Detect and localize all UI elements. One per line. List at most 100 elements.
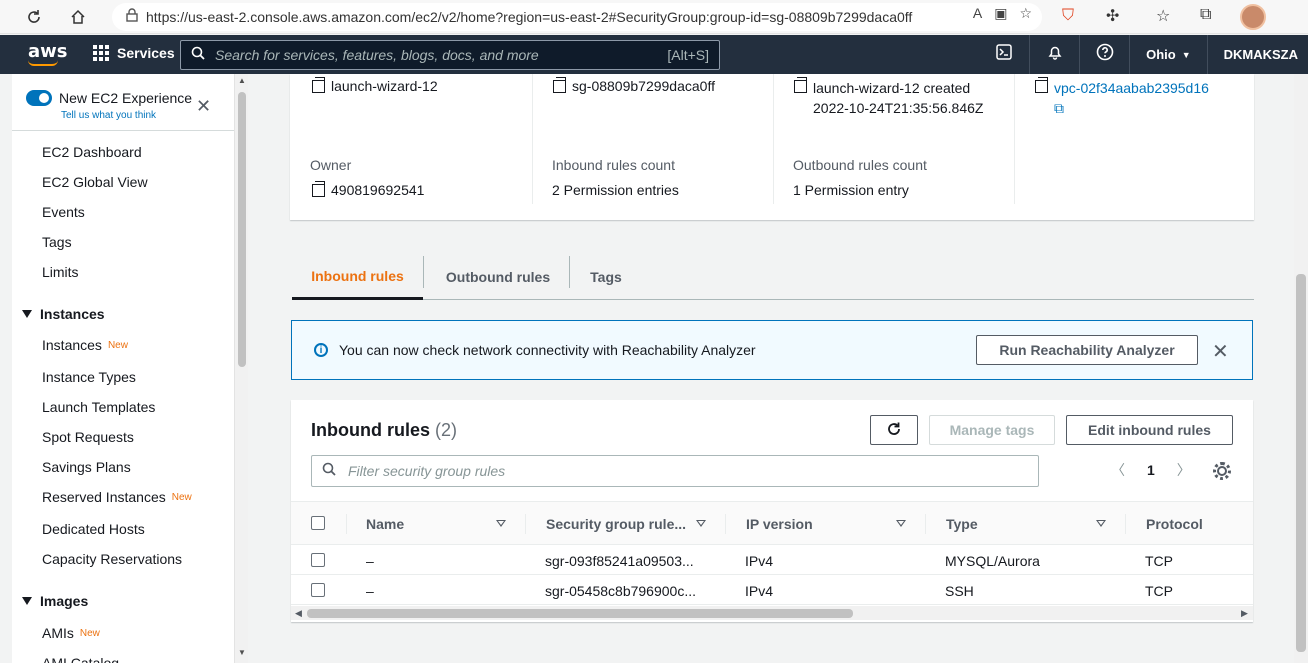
inbound-count-value: 2 Permission entries (552, 182, 679, 198)
column-header-rule-id[interactable]: Security group rule... (546, 516, 686, 532)
sidebar-item-spot-requests[interactable]: Spot Requests (42, 429, 134, 445)
row-checkbox[interactable] (311, 583, 325, 597)
grid-icon (93, 45, 109, 61)
run-reachability-analyzer-button[interactable]: Run Reachability Analyzer (976, 335, 1198, 365)
value-text: 490819692541 (331, 182, 425, 198)
close-icon[interactable]: ✕ (196, 96, 211, 117)
sidebar-item-instances[interactable]: Instances New (42, 337, 128, 353)
new-badge: New (79, 627, 100, 639)
scroll-right-arrow[interactable]: ▶ (1241, 608, 1248, 619)
reload-icon[interactable] (22, 5, 46, 29)
aws-logo-smile (28, 60, 58, 66)
tab-inbound-rules[interactable]: Inbound rules (292, 254, 423, 300)
sidebar-item-launch-templates[interactable]: Launch Templates (42, 399, 155, 415)
sort-icon[interactable] (896, 520, 906, 527)
notifications-button[interactable] (1029, 35, 1079, 74)
region-selector[interactable]: Ohio ▼ (1129, 35, 1207, 74)
table-row[interactable]: – sgr-05458c8b796900c... IPv4 SSH TCP (291, 575, 1253, 605)
sidebar-section-instances[interactable]: Instances (22, 306, 105, 322)
sidebar-item-ec2-global-view[interactable]: EC2 Global View (42, 174, 148, 190)
gear-icon[interactable] (1213, 462, 1231, 480)
chevron-down-icon: ▼ (1181, 49, 1191, 60)
favorite-add-icon[interactable]: ☆ (1019, 5, 1032, 22)
external-link-icon[interactable]: ⧉ (1054, 100, 1064, 116)
extensions-icon[interactable]: ✣ (1106, 6, 1119, 26)
close-icon[interactable]: ✕ (1212, 339, 1229, 364)
aws-logo[interactable]: aws (28, 41, 68, 62)
reader-view-icon[interactable]: ▣ (994, 5, 1007, 22)
toggle-switch[interactable] (26, 90, 52, 106)
sidebar-item-ami-catalog[interactable]: AMI Catalog (42, 655, 119, 663)
sort-icon[interactable] (696, 520, 706, 527)
scroll-up-arrow[interactable]: ▲ (238, 76, 246, 85)
chevron-right-icon[interactable]: 〉 (1177, 460, 1191, 480)
services-label: Services (117, 45, 175, 61)
sidebar-item-tags[interactable]: Tags (42, 234, 72, 250)
sidebar-scroll-thumb[interactable] (238, 92, 246, 367)
copy-icon[interactable] (312, 77, 325, 93)
sidebar-scrollbar[interactable]: ▲ ▼ (234, 74, 248, 663)
copy-icon[interactable] (312, 181, 325, 197)
table-row[interactable]: – sgr-093f85241a09503... IPv4 MYSQL/Auro… (291, 545, 1253, 575)
table-horizontal-scrollbar[interactable]: ◀ ▶ (291, 606, 1253, 620)
sidebar-item-reserved-instances[interactable]: Reserved Instances New (42, 489, 192, 505)
cloudshell-button[interactable] (979, 35, 1029, 74)
sidebar-item-events[interactable]: Events (42, 204, 85, 220)
chevron-left-icon[interactable]: 〈 (1111, 460, 1125, 480)
brave-shield-icon[interactable]: ⛉ (1062, 7, 1074, 25)
new-badge: New (171, 491, 192, 503)
manage-tags-button[interactable]: Manage tags (929, 415, 1055, 445)
sidebar-item-limits[interactable]: Limits (42, 264, 79, 280)
item-label: Savings Plans (42, 459, 131, 475)
column-header-protocol[interactable]: Protocol (1146, 516, 1203, 532)
edit-inbound-rules-button[interactable]: Edit inbound rules (1066, 415, 1233, 445)
profile-avatar[interactable] (1240, 4, 1266, 30)
sidebar-item-capacity-reservations[interactable]: Capacity Reservations (42, 551, 182, 567)
sidebar-item-instance-types[interactable]: Instance Types (42, 369, 136, 385)
sort-icon[interactable] (1096, 520, 1106, 527)
select-all-checkbox[interactable] (311, 516, 325, 530)
item-label: Dedicated Hosts (42, 521, 145, 537)
sidebar-item-savings-plans[interactable]: Savings Plans (42, 459, 131, 475)
tab-divider (423, 256, 424, 288)
value-text: sg-08809b7299daca0ff (572, 78, 715, 94)
services-menu-button[interactable]: Services (93, 45, 175, 61)
scroll-down-arrow[interactable]: ▼ (238, 648, 246, 657)
sidebar-item-ec2-dashboard[interactable]: EC2 Dashboard (42, 144, 142, 160)
column-header-name[interactable]: Name (366, 516, 404, 532)
read-aloud-icon[interactable]: A (973, 5, 982, 22)
sort-icon[interactable] (496, 520, 506, 527)
tab-outbound-rules[interactable]: Outbound rules (432, 254, 564, 300)
home-icon[interactable] (66, 5, 90, 29)
collections-icon[interactable]: ⧉ (1200, 6, 1211, 24)
rules-count: (2) (435, 420, 458, 440)
scroll-left-arrow[interactable]: ◀ (295, 608, 302, 619)
page-scroll-thumb[interactable] (1296, 274, 1306, 652)
horizontal-scroll-thumb[interactable] (307, 609, 853, 618)
sidebar-item-dedicated-hosts[interactable]: Dedicated Hosts (42, 521, 145, 537)
account-menu[interactable]: DKMAKSZA (1206, 35, 1308, 74)
sidebar-item-amis[interactable]: AMIs New (42, 625, 100, 641)
address-bar[interactable]: https://us-east-2.console.aws.amazon.com… (112, 3, 1042, 31)
help-button[interactable] (1079, 35, 1129, 74)
global-search-input[interactable]: Search for services, features, blogs, do… (180, 40, 720, 70)
filter-rules-input[interactable]: Filter security group rules (311, 455, 1039, 487)
copy-icon[interactable] (553, 77, 566, 93)
refresh-button[interactable] (870, 415, 918, 445)
sidebar-section-images[interactable]: Images (22, 593, 88, 609)
page-scrollbar[interactable] (1294, 74, 1308, 663)
search-icon (322, 462, 336, 481)
row-checkbox[interactable] (311, 553, 325, 567)
copy-icon[interactable] (1035, 77, 1048, 93)
tab-tags[interactable]: Tags (580, 254, 632, 300)
copy-icon[interactable] (794, 77, 807, 93)
feedback-link[interactable]: Tell us what you think (61, 110, 156, 121)
favorites-icon[interactable]: ☆ (1156, 6, 1170, 26)
column-header-type[interactable]: Type (946, 516, 978, 532)
vpc-link[interactable]: vpc-02f34aabab2395d16 (1054, 80, 1209, 96)
column-header-ip-version[interactable]: IP version (746, 516, 813, 532)
item-label: Launch Templates (42, 399, 156, 415)
lock-icon (126, 7, 138, 27)
page-number[interactable]: 1 (1147, 462, 1155, 478)
new-experience-toggle[interactable]: New EC2 Experience (26, 90, 192, 106)
